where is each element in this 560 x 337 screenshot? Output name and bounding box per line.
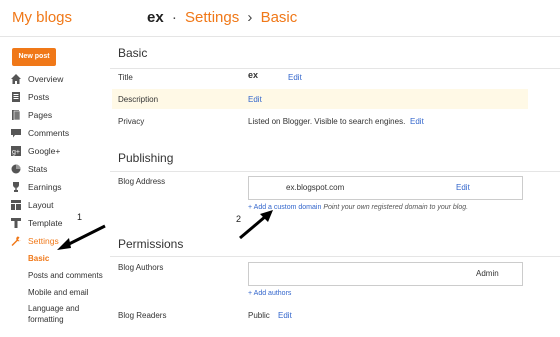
sidebar-item-comments[interactable]: Comments xyxy=(0,124,108,142)
sidebar-item-label: Pages xyxy=(28,110,53,120)
my-blogs-link[interactable]: My blogs xyxy=(12,9,72,26)
settings-main: Basic Title ex Edit Description Edit Pri… xyxy=(110,36,560,337)
title-edit-link[interactable]: Edit xyxy=(288,73,302,82)
add-authors-link[interactable]: + Add authors xyxy=(248,290,291,297)
home-icon xyxy=(11,74,21,84)
sidebar-item-label: Layout xyxy=(28,200,54,210)
divider xyxy=(110,171,560,172)
top-bar: My blogs ex · Settings › Basic xyxy=(0,0,560,37)
pie-chart-icon xyxy=(11,164,21,174)
sidebar-item-overview[interactable]: Overview xyxy=(0,70,108,88)
sidebar-item-label: Posts xyxy=(28,92,50,102)
layout-icon xyxy=(11,200,21,210)
breadcrumb: ex · Settings › Basic xyxy=(147,9,297,26)
blog-readers-edit-link[interactable]: Edit xyxy=(278,311,292,320)
author-role-admin[interactable]: Admin xyxy=(476,269,499,278)
sidebar-item-label: Google+ xyxy=(28,146,61,156)
privacy-value: Listed on Blogger. Visible to search eng… xyxy=(248,117,406,126)
annotation-arrow-1 xyxy=(57,224,106,250)
section-title-basic: Basic xyxy=(118,46,148,60)
annotation-arrow-2 xyxy=(239,210,273,240)
description-edit-link[interactable]: Edit xyxy=(248,95,262,104)
custom-domain-hint: + Add a custom domain Point your own reg… xyxy=(248,204,468,211)
blog-authors-box: Admin xyxy=(248,262,523,286)
wrench-icon xyxy=(11,236,21,246)
blog-readers-label: Blog Readers xyxy=(118,311,167,320)
privacy-label: Privacy xyxy=(118,117,145,126)
template-icon xyxy=(11,218,21,228)
breadcrumb-separator: › xyxy=(247,9,253,26)
blog-address-label: Blog Address xyxy=(118,177,166,186)
privacy-edit-link[interactable]: Edit xyxy=(410,117,424,126)
divider xyxy=(110,256,560,257)
sidebar-item-stats[interactable]: Stats xyxy=(0,160,108,178)
breadcrumb-basic: Basic xyxy=(260,9,298,26)
sidebar-item-label: Overview xyxy=(28,74,64,84)
sidebar-item-label: Earnings xyxy=(28,182,62,192)
sidebar-item-layout[interactable]: Layout xyxy=(0,196,108,214)
annotation-number-1: 1 xyxy=(77,212,83,222)
section-title-publishing: Publishing xyxy=(118,151,174,165)
blog-address-edit-link[interactable]: Edit xyxy=(456,183,470,192)
sidebar-item-pages[interactable]: Pages xyxy=(0,106,108,124)
breadcrumb-blog-name[interactable]: ex xyxy=(147,9,164,26)
sidebar-item-label: Stats xyxy=(28,164,48,174)
divider xyxy=(110,68,560,69)
sidebar-subitem-mobile-and-email[interactable]: Mobile and email xyxy=(0,284,108,301)
breadcrumb-separator: · xyxy=(171,9,177,26)
sidebar-subitem-language-and-formatting[interactable]: Language and formatting xyxy=(0,301,108,329)
title-value: ex xyxy=(248,70,259,80)
sidebar-nav: Overview Posts Pages Comments g+ Google+… xyxy=(0,70,108,329)
sidebar-subitem-basic[interactable]: Basic xyxy=(0,250,108,267)
breadcrumb-settings[interactable]: Settings xyxy=(185,9,239,26)
sidebar-item-google-plus[interactable]: g+ Google+ xyxy=(0,142,108,160)
annotation-number-2: 2 xyxy=(236,214,242,224)
pages-icon xyxy=(11,110,21,120)
blog-authors-label: Blog Authors xyxy=(118,263,164,272)
description-row-highlight xyxy=(112,89,528,109)
new-post-button[interactable]: New post xyxy=(12,48,56,66)
blog-address-value: ex.blogspot.com xyxy=(286,183,345,192)
blog-readers-value: Public xyxy=(248,311,270,320)
sidebar-item-earnings[interactable]: Earnings xyxy=(0,178,108,196)
posts-icon xyxy=(11,92,21,102)
svg-text:g+: g+ xyxy=(12,149,20,156)
trophy-icon xyxy=(11,182,21,192)
section-title-permissions: Permissions xyxy=(118,237,184,251)
title-label: Title xyxy=(118,73,133,82)
blog-address-box: ex.blogspot.com Edit xyxy=(248,176,523,200)
comment-icon xyxy=(11,128,21,138)
google-plus-icon: g+ xyxy=(11,146,21,156)
sidebar-item-label: Comments xyxy=(28,128,70,138)
sidebar-subitem-posts-and-comments[interactable]: Posts and comments xyxy=(0,267,108,284)
custom-domain-description: Point your own registered domain to your… xyxy=(323,204,469,211)
description-label: Description xyxy=(118,95,159,104)
sidebar-item-posts[interactable]: Posts xyxy=(0,88,108,106)
